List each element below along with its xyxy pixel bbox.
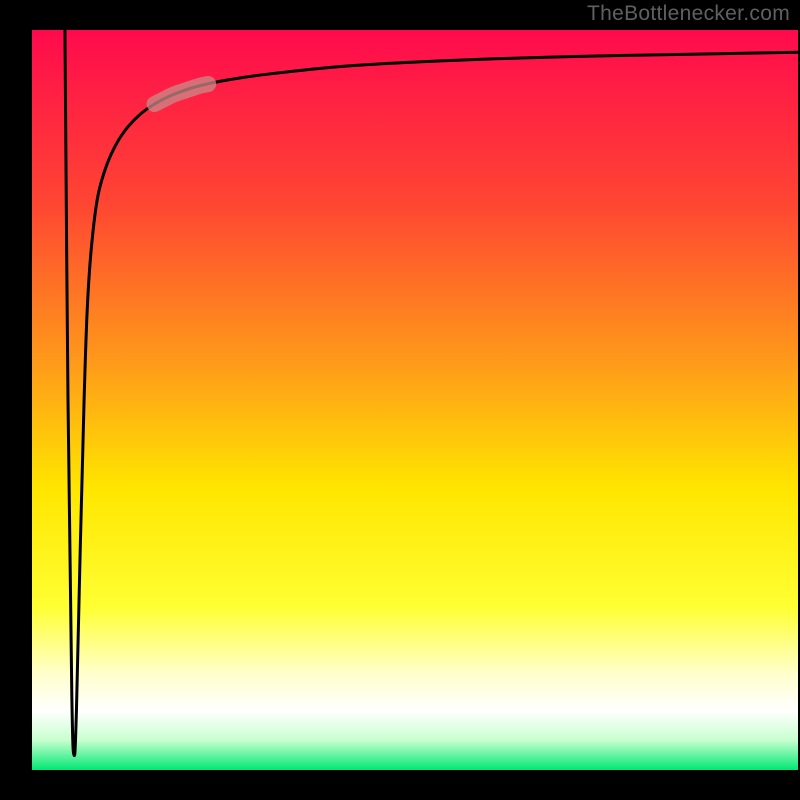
attribution-label: TheBottlenecker.com xyxy=(587,2,790,26)
chart-stage: TheBottlenecker.com xyxy=(0,0,800,800)
chart-plot-area xyxy=(32,30,798,770)
bottleneck-chart xyxy=(0,0,800,800)
